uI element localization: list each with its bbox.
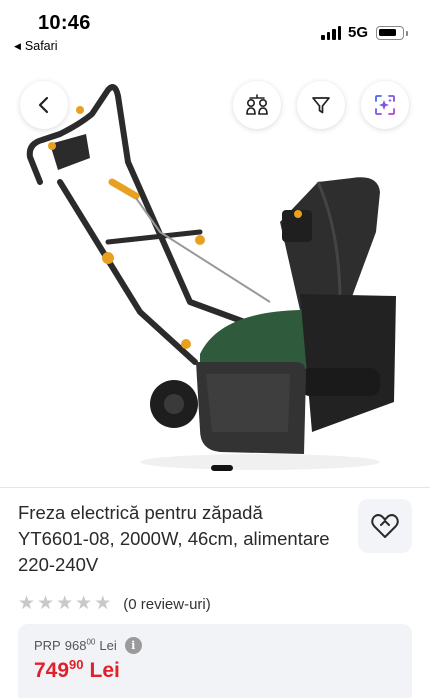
price-box: PRP 96800 Lei i 74990 Lei [18,624,412,698]
back-app-label: Safari [24,39,58,53]
divider [0,487,430,488]
favorite-button[interactable] [358,499,412,553]
prp-value: 96800 [64,637,96,653]
product-image [26,84,396,470]
filter-icon [312,97,330,114]
rating[interactable]: ★ ★ ★ ★ ★ (0 review-uri) [18,594,211,614]
filter-button[interactable] [297,81,345,129]
signal-icon [321,26,341,40]
product-title: Freza electrică pentru zăpadă YT6601-08,… [18,502,330,575]
current-price: 74990 Lei [34,657,120,682]
clock: 10:46 [38,12,91,34]
star-icon: ★ [37,593,55,614]
review-count[interactable]: (0 review-uri) [123,596,211,613]
star-icon: ★ [56,593,74,614]
heart-icon [371,514,399,538]
star-rating: ★ ★ ★ ★ ★ [18,594,111,614]
ai-sparkle-icon [375,95,395,115]
back-button[interactable] [20,81,68,129]
compare-icon [246,94,268,115]
back-to-app[interactable]: ◀ Safari [14,39,58,53]
back-triangle-icon: ◀ [14,40,21,51]
info-icon[interactable]: i [124,637,142,654]
chevron-left-icon [38,96,49,114]
star-icon: ★ [94,593,112,614]
star-icon: ★ [18,593,36,614]
prp-label: PRP [34,638,61,653]
prp-price: PRP 96800 Lei i [34,637,142,654]
network-label: 5G [348,24,369,41]
battery-icon [376,26,408,40]
gallery-page-indicator[interactable] [211,465,233,471]
compare-button[interactable] [233,81,281,129]
product-gallery[interactable] [0,62,430,482]
star-icon: ★ [75,593,93,614]
status-bar: 10:46 ◀ Safari 5G [0,0,430,62]
prp-currency: Lei [99,638,117,653]
ai-search-button[interactable] [361,81,409,129]
